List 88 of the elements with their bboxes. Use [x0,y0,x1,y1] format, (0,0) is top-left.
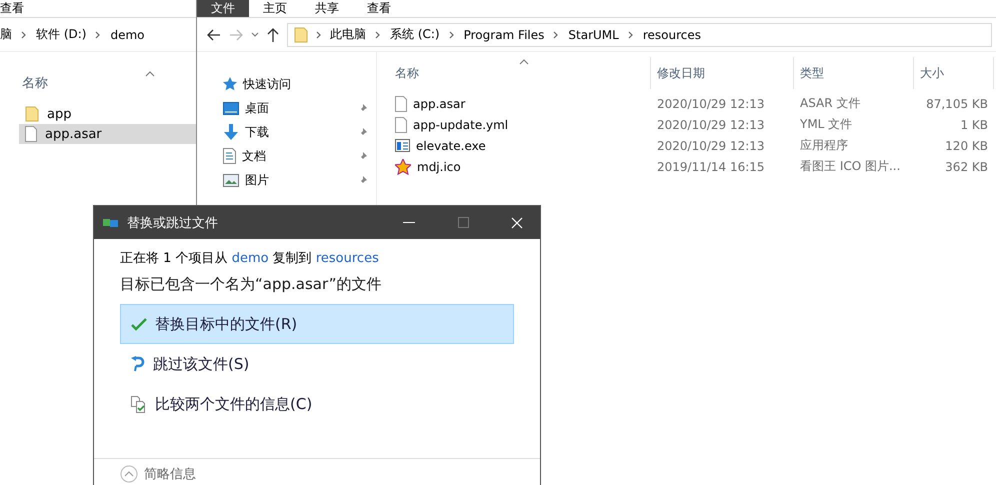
address-bar[interactable]: 此电脑 系统 (C:) Program Files StarUML resources [287,22,992,46]
column-header[interactable]: 类型 [794,57,914,89]
navigation-item[interactable]: 图片 [197,168,376,192]
date-cell-text: 2020/10/29 12:13 [656,96,766,110]
breadcrumb-item[interactable]: StarUML [568,28,619,42]
dropdown-icon[interactable] [251,32,259,37]
sort-caret-icon [145,71,155,77]
compare-files-icon [131,396,147,412]
navigation-item[interactable]: 文档 [197,144,376,168]
star-icon [395,158,411,174]
chevron-icon [628,30,634,38]
file-name: app-update.yml [413,118,508,132]
date-cell-text: 2020/10/29 12:13 [656,138,766,152]
breadcrumb-item[interactable]: 脑 [0,26,12,43]
source-link[interactable]: demo [232,251,269,266]
chevron-icon [448,30,455,38]
desktop-icon [223,102,239,114]
option-button[interactable]: 跳过该文件(S) [120,344,514,384]
dialog-heading: 目标已包含一个名为“app.asar”的文件 [120,275,383,294]
checkmark-icon [131,318,147,330]
date-cell-text: 2019/11/14 16:15 [656,160,766,174]
navigation-item[interactable]: 桌面 [197,96,376,120]
file-name: elevate.exe [416,138,486,152]
type-cell-text: 应用程序 [799,137,849,154]
navigation-item[interactable]: 快速访问 [197,72,376,96]
chevron-icon [553,30,560,38]
picture-icon [223,174,239,186]
breadcrumb-item[interactable]: 软件 (D:) [36,26,86,43]
ribbon-tab[interactable]: 查看 [353,0,405,17]
column-header[interactable]: 修改日期 [651,57,794,89]
close-icon [511,216,523,228]
size-cell-text: 87,105 KB [925,96,989,110]
type-cell-text: YML 文件 [799,116,854,133]
file-name: mdj.ico [417,160,461,174]
maximize-icon [458,217,468,228]
file-name: app.asar [413,96,466,110]
breadcrumb-item[interactable]: 此电脑 [330,26,366,43]
download-icon [223,124,239,140]
folder-icon [294,26,308,42]
star-icon [223,77,237,91]
file-icon [395,96,407,112]
chevron-icon [375,30,381,38]
option-button[interactable]: 替换目标中的文件(R) [120,304,514,344]
breadcrumb-item[interactable]: demo [110,28,144,42]
window-icon [395,139,410,152]
file-row[interactable]: elevate.exe 2020/10/29 12:13 应用程序 120 KB [389,135,996,156]
size-cell-text: 362 KB [944,160,989,174]
details-toggle[interactable]: 简略信息 [94,459,222,485]
column-header[interactable]: 大小 [914,57,994,89]
chevron-icon [316,30,322,38]
file-row[interactable]: app-update.yml 2020/10/29 12:13 YML 文件 1 KB [389,114,996,135]
file-row[interactable]: app.asar 2020/10/29 12:13 ASAR 文件 87,105 KB [389,93,996,114]
curved-arrow-icon [131,356,145,372]
breadcrumb-item[interactable]: resources [642,28,701,42]
file-icon [395,116,407,132]
back-icon[interactable] [207,28,221,40]
document-icon [223,148,236,164]
copy-icon [103,218,119,228]
ribbon-tab[interactable]: 主页 [249,0,301,17]
navigation-item[interactable]: 下载 [197,120,376,144]
file-item[interactable]: app [19,104,196,124]
forward-icon[interactable] [229,28,243,40]
date-cell-text: 2020/10/29 12:13 [656,118,766,132]
type-cell-text: ASAR 文件 [799,95,862,112]
target-link[interactable]: resources [316,251,379,266]
sort-caret-icon [519,59,529,65]
file-row[interactable]: mdj.ico 2019/11/14 16:15 看图王 ICO 图片... 362 KB [389,156,996,177]
type-cell-text: 看图王 ICO 图片... [799,158,902,175]
breadcrumb-item[interactable]: 系统 (C:) [390,26,440,43]
ribbon-tab[interactable]: 文件 [197,0,249,17]
chevron-icon [95,30,102,38]
ribbon-tab[interactable]: 查看 [0,0,38,17]
collapse-icon [120,465,138,483]
folder-icon [25,106,39,122]
minimize-icon [403,222,415,224]
copy-status-text: 正在将 1 个项目从 demo 复制到 resources [120,250,380,267]
breadcrumb-item[interactable]: Program Files [464,28,544,42]
up-arrow-icon[interactable] [267,28,279,42]
file-icon [25,126,37,142]
option-button[interactable]: 比较两个文件的信息(C) [120,384,514,424]
ribbon-tab[interactable]: 共享 [301,0,353,17]
window-title: 替换或跳过文件 [127,214,219,232]
column-header[interactable]: 名称 [389,57,651,89]
chevron-icon [21,30,27,38]
size-cell-text: 120 KB [944,138,989,152]
column-header[interactable]: 名称 [22,76,48,91]
size-cell-text: 1 KB [959,118,989,132]
file-item[interactable]: app.asar [19,124,196,144]
